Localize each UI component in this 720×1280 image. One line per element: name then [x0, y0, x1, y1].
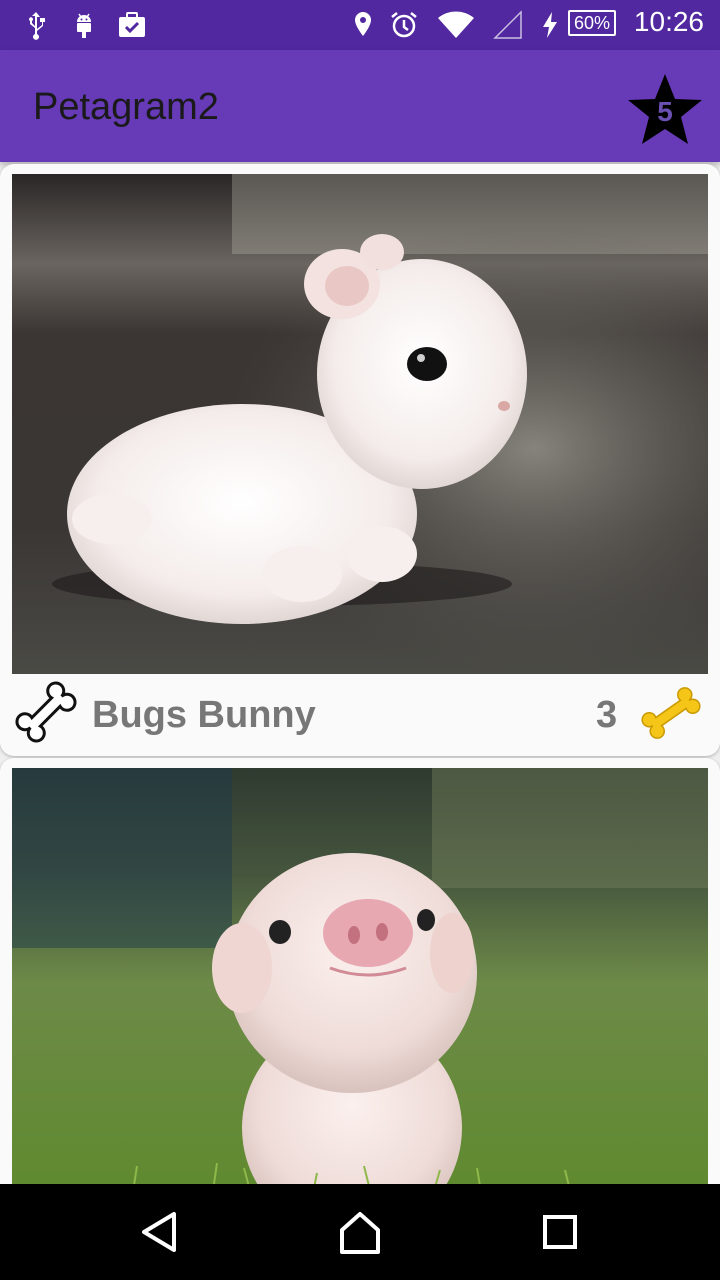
android-debug-icon — [77, 13, 91, 38]
home-icon[interactable] — [336, 1208, 384, 1256]
alarm-icon — [391, 12, 417, 38]
battery-icon: 60% — [568, 10, 616, 36]
navigation-bar — [0, 1184, 720, 1280]
like-count: 3 — [596, 694, 618, 736]
briefcase-check-icon — [119, 12, 145, 37]
wifi-icon — [438, 11, 474, 39]
usb-icon — [29, 12, 45, 40]
clock: 10:26 — [633, 6, 704, 37]
app-title: Petagram2 — [33, 86, 219, 128]
favorites-count: 5 — [657, 96, 673, 127]
cell-signal-icon — [493, 10, 522, 39]
charging-icon — [543, 12, 557, 38]
like-bone-button[interactable] — [10, 676, 82, 748]
back-icon[interactable] — [136, 1208, 184, 1256]
favorites-star-button[interactable]: 5 — [626, 72, 704, 146]
status-bar: 60% 10:26 — [0, 0, 720, 50]
battery-level: 60% — [573, 13, 611, 33]
app-bar: Petagram2 5 — [0, 50, 720, 162]
recents-icon[interactable] — [536, 1208, 584, 1256]
pet-photo-piglet — [12, 768, 708, 1198]
pet-photo-bunny — [12, 174, 708, 674]
gold-bone-icon — [641, 687, 701, 739]
pet-card — [0, 758, 720, 1198]
location-icon — [355, 12, 371, 36]
pet-card: Bugs Bunny 3 — [0, 164, 720, 756]
pet-name: Bugs Bunny — [92, 694, 316, 736]
